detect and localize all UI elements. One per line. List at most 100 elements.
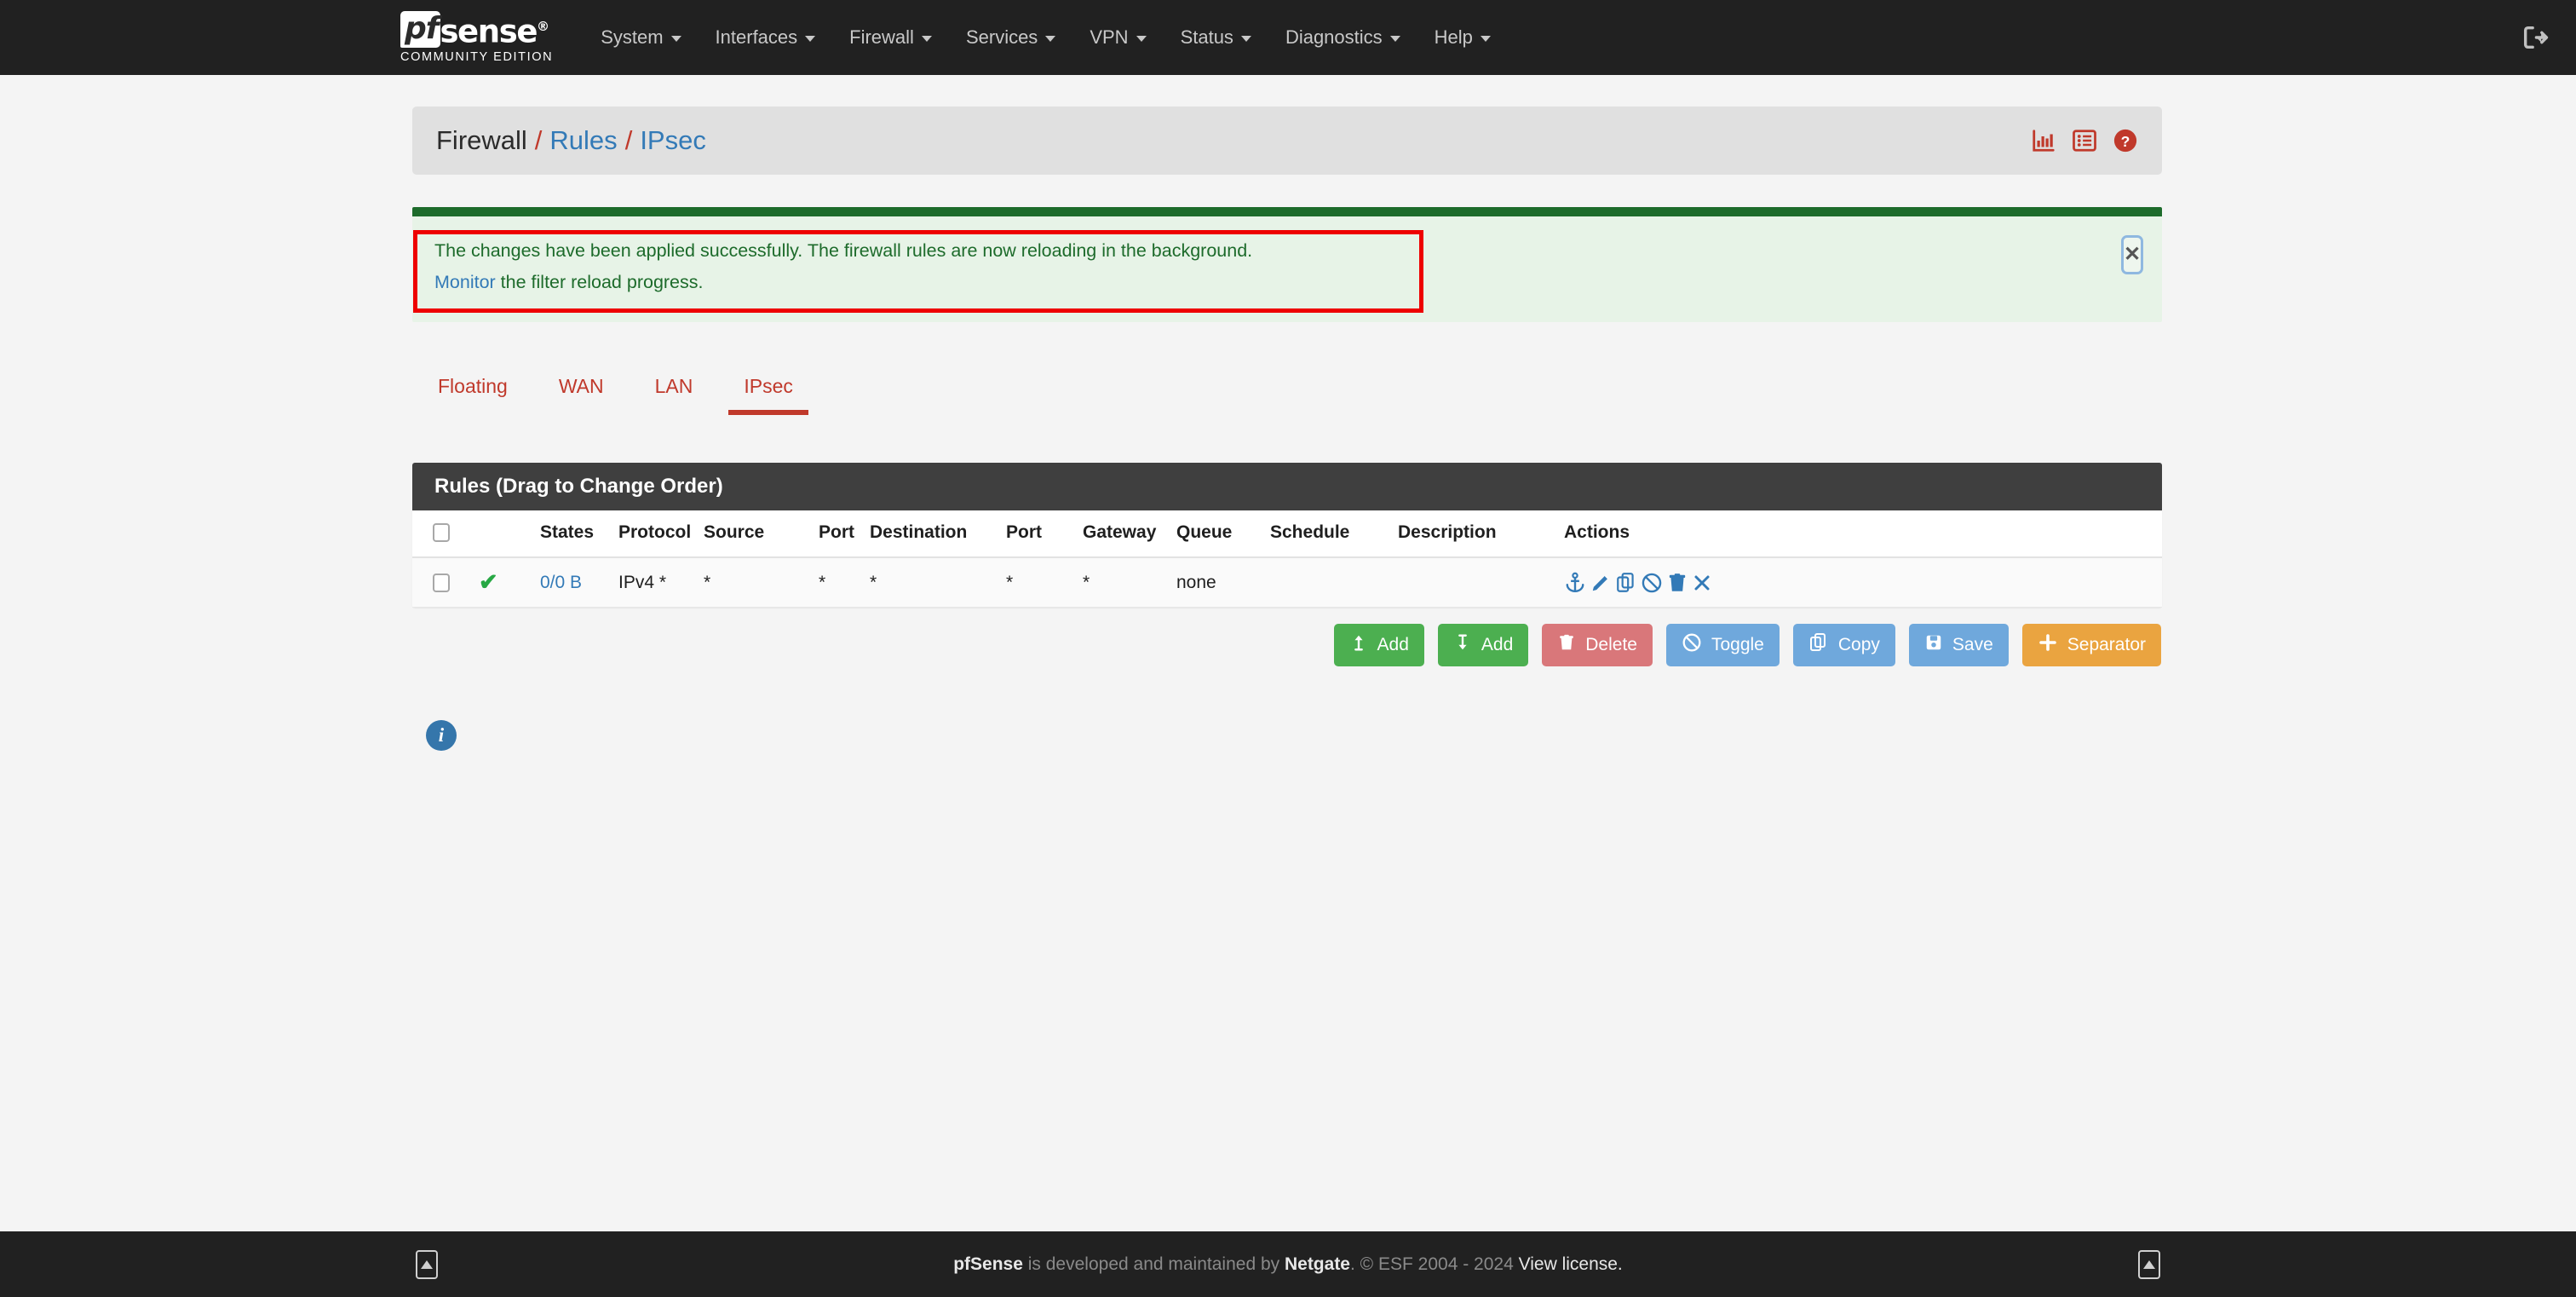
row-status-cell: ✔ [479,557,540,608]
delete-button[interactable]: Delete [1542,624,1653,666]
brand-registered-mark: ® [537,19,550,35]
tab-label-lan: LAN [654,375,693,397]
tab-label-ipsec: IPsec [744,375,793,397]
success-alert: The changes have been applied successful… [412,207,2162,322]
th-select-all [412,510,479,558]
brand-sense-word: sense [440,13,538,50]
footer-mid-text: is developed and maintained by [1022,1254,1285,1274]
rules-table-head: States Protocol Source Port Destination … [412,510,2162,558]
top-navbar: pf sense® COMMUNITY EDITION System Inter… [0,0,2576,75]
copy-icon [1808,632,1829,658]
th-status [479,510,540,558]
separator-button[interactable]: Separator [2021,624,2161,666]
list-icon[interactable] [2072,128,2097,153]
row-source-port-cell: * [819,557,870,608]
chart-icon[interactable] [2031,128,2056,153]
breadcrumb: Firewall / Rules / IPsec [436,125,706,156]
row-actions-cell [1564,557,2162,608]
navbar-inner: pf sense® COMMUNITY EDITION System Inter… [400,0,1508,75]
add-above-button[interactable]: Add [1333,624,1424,666]
th-description: Description [1398,510,1564,558]
toggle-button[interactable]: Toggle [1665,624,1780,666]
delete-icon[interactable] [1666,572,1688,594]
arrow-up-icon [421,1260,433,1269]
table-header-row: States Protocol Source Port Destination … [412,510,2162,558]
row-destination-port-cell: * [1006,557,1083,608]
copy-button-label: Copy [1837,635,1880,654]
block-icon[interactable] [1641,572,1663,594]
th-port-destination: Port [1006,510,1083,558]
brand-sense-text: sense® [440,11,550,50]
save-icon [1924,632,1943,658]
rule-enabled-icon[interactable]: ✔ [479,569,498,595]
chevron-down-icon [1045,36,1056,42]
remove-icon[interactable] [1692,573,1712,593]
nav-item-status[interactable]: Status [1164,0,1268,75]
alert-message-line2: the filter reload progress. [495,272,704,292]
nav-item-system[interactable]: System [584,0,698,75]
copy-icon[interactable] [1615,572,1637,594]
chevron-down-icon [1240,36,1251,42]
copy-button[interactable]: Copy [1792,624,1895,666]
breadcrumb-bar: Firewall / Rules / IPsec ? [412,107,2162,175]
save-button-label: Save [1952,635,1993,654]
nav-item-vpn[interactable]: VPN [1072,0,1163,75]
rules-action-buttons: Add Add Delete Toggle Copy Save Separato… [412,624,2162,666]
row-select-cell [412,557,479,608]
help-icon[interactable]: ? [2113,128,2138,153]
logout-icon[interactable] [2515,17,2556,58]
scroll-top-right-button[interactable] [2138,1249,2160,1279]
nav-item-diagnostics[interactable]: Diagnostics [1268,0,1417,75]
row-checkbox[interactable] [433,573,450,592]
chevron-down-icon [670,36,681,42]
arrow-down-icon [1453,632,1472,658]
edit-icon[interactable] [1590,572,1612,594]
info-icon[interactable]: i [426,720,457,751]
alert-close-button[interactable]: ✕ [2121,235,2143,274]
anchor-icon[interactable] [1564,572,1586,594]
rules-panel-title: Rules (Drag to Change Order) [412,463,2162,510]
toggle-button-label: Toggle [1711,635,1764,654]
footer-copyright: . © ESF 2004 - 2024 [1350,1254,1519,1274]
add-above-label: Add [1377,635,1409,654]
nav-item-interfaces[interactable]: Interfaces [699,0,833,75]
nav-label-vpn: VPN [1090,26,1129,48]
tab-label-floating: Floating [438,375,508,397]
tab-ipsec[interactable]: IPsec [718,365,819,415]
scroll-top-left-button[interactable] [416,1249,438,1279]
brand-pf-mark: pf [400,11,441,48]
footer-text: pfSense is developed and maintained by N… [953,1254,1623,1275]
nav-label-diagnostics: Diagnostics [1285,26,1383,48]
separator-button-label: Separator [2067,635,2146,654]
breadcrumb-ipsec-link[interactable]: IPsec [640,125,706,156]
footer-license-link[interactable]: View license. [1519,1254,1623,1274]
add-below-button[interactable]: Add [1437,624,1529,666]
nav-item-firewall[interactable]: Firewall [832,0,949,75]
chevron-down-icon [1389,36,1400,42]
chevron-down-icon [805,36,816,42]
nav-label-status: Status [1180,26,1233,48]
tab-floating[interactable]: Floating [412,365,533,415]
th-gateway: Gateway [1083,510,1176,558]
delete-button-label: Delete [1585,635,1637,654]
th-actions: Actions [1564,510,2162,558]
save-button[interactable]: Save [1908,624,2009,666]
states-link[interactable]: 0/0 B [540,573,582,592]
nav-item-help[interactable]: Help [1417,0,1508,75]
row-description-cell [1398,557,1564,608]
arrow-up-icon [2143,1260,2155,1269]
tab-wan[interactable]: WAN [533,365,630,415]
alert-message-line1: The changes have been applied successful… [434,240,1253,261]
row-states-cell: 0/0 B [540,557,618,608]
pfsense-logo[interactable]: pf sense® COMMUNITY EDITION [400,0,553,75]
table-row[interactable]: ✔ 0/0 B IPv4 * * * * * * none [412,557,2162,608]
th-source: Source [704,510,819,558]
select-all-checkbox[interactable] [433,523,450,543]
row-gateway-cell: * [1083,557,1176,608]
tab-label-wan: WAN [558,375,604,397]
tab-lan[interactable]: LAN [630,365,719,415]
nav-item-services[interactable]: Services [949,0,1072,75]
breadcrumb-rules-link[interactable]: Rules [549,125,617,156]
alert-monitor-link[interactable]: Monitor [434,272,496,292]
footer-netgate-link[interactable]: Netgate [1285,1254,1350,1274]
